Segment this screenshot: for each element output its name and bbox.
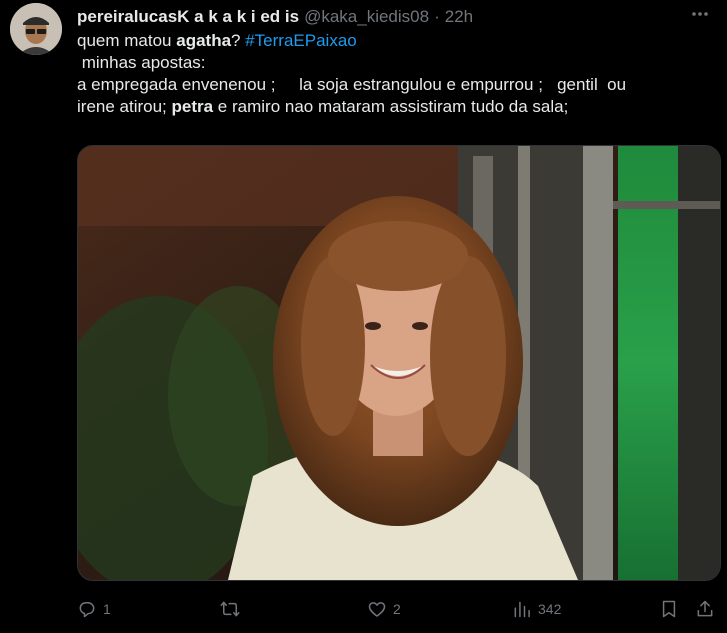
bold-word-petra: petra: [171, 97, 214, 116]
user-handle[interactable]: @kaka_kiedis08: [304, 7, 429, 27]
avatar[interactable]: [10, 3, 62, 55]
tweet-text-segment: quem matou: [77, 31, 177, 50]
tweet-line-4: irene atirou; petra e ramiro nao mataram…: [77, 96, 717, 118]
like-count: 2: [393, 601, 401, 617]
tweet-text-segment: ?: [231, 31, 246, 50]
bookmark-button[interactable]: [659, 596, 679, 622]
views-button[interactable]: 342: [512, 596, 561, 622]
retweet-button[interactable]: [220, 596, 246, 622]
tweet-line-3: a empregada envenenou ; la soja estrangu…: [77, 75, 627, 94]
display-name[interactable]: pereiralucasK a k a k i ed is: [77, 7, 299, 27]
reply-button[interactable]: 1: [77, 596, 111, 622]
tweet-media-image[interactable]: [77, 145, 721, 581]
views-count: 342: [538, 601, 562, 617]
tweet-text: quem matou agatha? #TerraEPaixao minhas …: [77, 30, 717, 118]
tweet-line-2: minhas apostas:: [77, 53, 206, 72]
views-icon: [514, 601, 530, 618]
photo-woman-curly-hair: [78, 146, 720, 580]
tweet-actions: 1 2 342: [77, 596, 717, 622]
hashtag-link[interactable]: #TerraEPaixao: [245, 31, 357, 50]
tweet-text-segment: irene atirou;: [77, 97, 172, 116]
tweet-header: pereiralucasK a k a k i ed is @kaka_kied…: [77, 6, 707, 28]
reply-icon: [79, 602, 95, 618]
like-button[interactable]: 2: [367, 596, 401, 622]
separator-dot: ·: [434, 7, 440, 26]
more-icon: [692, 12, 708, 16]
bookmark-icon: [662, 600, 676, 618]
share-button[interactable]: [695, 596, 715, 622]
tweet-line-1: quem matou agatha? #TerraEPaixao: [77, 30, 717, 52]
tweet-text-segment: e ramiro nao mataram assistiram tudo da …: [213, 97, 569, 116]
heart-icon: [368, 602, 386, 617]
share-icon: [697, 600, 713, 617]
reply-count: 1: [103, 601, 111, 617]
retweet-icon: [220, 601, 240, 617]
bold-word-agatha: agatha: [176, 31, 232, 50]
avatar-image: [10, 3, 62, 55]
more-button[interactable]: [687, 3, 713, 25]
timestamp[interactable]: 22h: [445, 7, 473, 27]
